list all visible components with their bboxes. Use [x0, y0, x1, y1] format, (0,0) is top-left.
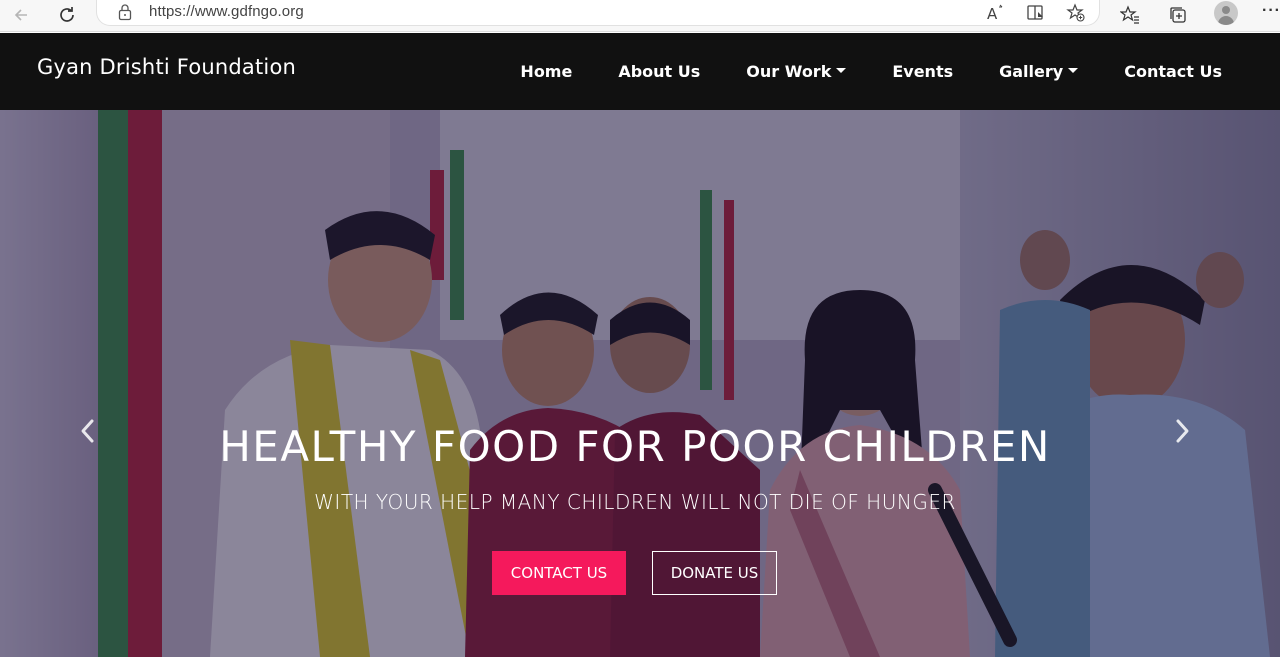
nav-our-work[interactable]: Our Work: [746, 62, 847, 81]
add-favorite-icon[interactable]: [1065, 2, 1087, 24]
read-aloud-icon[interactable]: A: [985, 2, 1007, 24]
hero-title: HEALTHY FOOD FOR POOR CHILDREN: [219, 422, 1051, 471]
svg-text:A: A: [987, 5, 998, 22]
nav-home[interactable]: Home: [520, 62, 572, 81]
nav-events[interactable]: Events: [892, 62, 953, 81]
nav-contact-us[interactable]: Contact Us: [1124, 62, 1222, 81]
site-navbar: Gyan Drishti Foundation Home About Us Ou…: [0, 33, 1280, 110]
main-menu: Home About Us Our Work Events Gallery Co…: [474, 62, 1222, 81]
reload-icon[interactable]: [54, 2, 80, 28]
dropdown-caret-icon: [836, 68, 847, 73]
collections-icon[interactable]: [1165, 2, 1191, 28]
brand-logo-text[interactable]: Gyan Drishti Foundation: [37, 55, 296, 79]
back-arrow-icon[interactable]: [8, 2, 34, 28]
nav-gallery[interactable]: Gallery: [999, 62, 1079, 81]
lock-icon[interactable]: [117, 3, 135, 21]
profile-avatar[interactable]: [1214, 1, 1238, 25]
more-options-icon[interactable]: ···: [1262, 2, 1280, 20]
immersive-reader-icon[interactable]: [1025, 2, 1047, 24]
dropdown-caret-icon: [1068, 68, 1079, 73]
favorites-icon[interactable]: [1117, 2, 1143, 28]
address-bar[interactable]: https://www.gdfngo.org A: [96, 0, 1100, 26]
contact-us-button[interactable]: CONTACT US: [492, 551, 626, 595]
hero-dark-overlay: [0, 110, 1280, 657]
donate-us-button[interactable]: DONATE US: [652, 551, 777, 595]
nav-about-us[interactable]: About Us: [618, 62, 700, 81]
hero-subtitle: WITH YOUR HELP MANY CHILDREN WILL NOT DI…: [314, 490, 956, 514]
url-text[interactable]: https://www.gdfngo.org: [149, 3, 304, 20]
browser-toolbar: https://www.gdfngo.org A ···: [0, 0, 1280, 32]
hero-carousel: HEALTHY FOOD FOR POOR CHILDREN WITH YOUR…: [0, 110, 1280, 657]
